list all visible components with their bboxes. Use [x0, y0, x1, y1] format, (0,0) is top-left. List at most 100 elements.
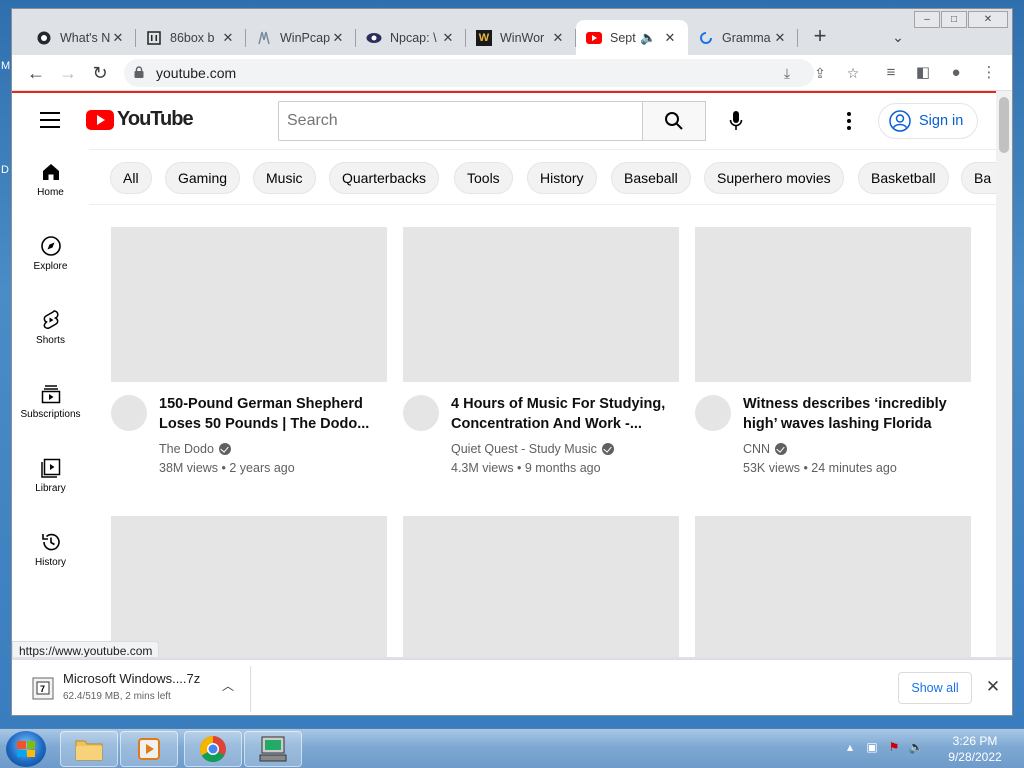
profile-icon[interactable]: ● [945, 63, 967, 83]
channel-avatar[interactable] [695, 395, 731, 431]
taskbar-clock[interactable]: 3:26 PM 9/28/2022 [940, 733, 1010, 765]
channel-avatar[interactable] [403, 395, 439, 431]
youtube-logo[interactable]: YouTube [86, 108, 194, 131]
reading-list-icon[interactable]: ≡ [880, 63, 902, 83]
video-card[interactable] [111, 516, 387, 657]
chip-music[interactable]: Music [253, 162, 316, 194]
tab-close-icon[interactable]: ✕ [550, 30, 566, 46]
guide-item-library[interactable]: Library [12, 445, 89, 517]
video-title[interactable]: 150-Pound German Shepherd Loses 50 Pound… [159, 394, 381, 434]
scrollbar-thumb[interactable] [999, 97, 1009, 153]
reload-button[interactable]: ↻ [86, 59, 114, 87]
guide-label: Home [37, 187, 64, 198]
tab-close-icon[interactable]: ✕ [772, 30, 788, 46]
show-all-button[interactable]: Show all [898, 672, 972, 704]
back-button[interactable]: ← [22, 59, 50, 87]
search-input[interactable] [279, 102, 642, 140]
video-card[interactable]: Witness describes ‘incredibly high’ wave… [695, 227, 971, 492]
video-thumbnail[interactable] [111, 516, 387, 657]
tab-close-icon[interactable]: ✕ [110, 30, 126, 46]
browser-menu-icon[interactable]: ⋮ [978, 63, 1000, 83]
desktop-icon-peek[interactable]: M [1, 60, 10, 72]
download-filename[interactable]: Microsoft Windows....7z [63, 671, 200, 686]
guide-item-explore[interactable]: Explore [12, 223, 89, 295]
settings-kebab-icon[interactable] [837, 107, 861, 135]
video-title[interactable]: 4 Hours of Music For Studying, Concentra… [451, 394, 673, 434]
video-thumbnail[interactable] [403, 516, 679, 657]
tab-youtube-active[interactable]: Sept 🔈 ✕ [576, 20, 688, 55]
video-card[interactable]: 150-Pound German Shepherd Loses 50 Pound… [111, 227, 387, 492]
address-bar[interactable]: youtube.com ⤓ ⇪ ☆ [124, 59, 859, 87]
tab-close-icon[interactable]: ✕ [330, 30, 346, 46]
channel-name-text[interactable]: Quiet Quest - Study Music [451, 442, 597, 456]
video-card[interactable] [695, 516, 971, 657]
channel-name[interactable]: CNN [743, 442, 788, 456]
chip-history[interactable]: History [527, 162, 597, 194]
search-field[interactable] [278, 101, 642, 141]
close-shelf-icon[interactable]: ✕ [982, 676, 1004, 698]
taskbar-chrome[interactable] [184, 731, 242, 767]
guide-item-shorts[interactable]: Shorts [12, 297, 89, 369]
video-thumbnail[interactable] [403, 227, 679, 382]
install-app-icon[interactable]: ⤓ [776, 63, 798, 83]
tab-86box[interactable]: 86box b ✕ [136, 20, 246, 55]
tab-close-icon[interactable]: ✕ [662, 30, 678, 46]
video-card[interactable]: 4 Hours of Music For Studying, Concentra… [403, 227, 679, 492]
chevron-up-icon[interactable]: ︿ [219, 677, 237, 695]
chip-gaming[interactable]: Gaming [165, 162, 241, 194]
chip-overflow[interactable]: Ba [961, 162, 997, 194]
guide-item-home[interactable]: Home [12, 149, 89, 221]
video-card[interactable] [403, 516, 679, 657]
chip-quarterbacks[interactable]: Quarterbacks [329, 162, 440, 194]
action-center-icon[interactable]: ⚑ [886, 739, 902, 755]
channel-name[interactable]: Quiet Quest - Study Music [451, 442, 614, 456]
tab-close-icon[interactable]: ✕ [440, 30, 456, 46]
account-circle-icon [889, 110, 911, 132]
guide-item-history[interactable]: History [12, 519, 89, 591]
taskbar-explorer[interactable] [60, 731, 118, 767]
chip-baseball[interactable]: Baseball [611, 162, 691, 194]
chip-superhero-movies[interactable]: Superhero movies [704, 162, 844, 194]
channel-name[interactable]: The Dodo [159, 442, 231, 456]
side-panel-icon[interactable]: ◧ [912, 63, 934, 83]
menu-hamburger-icon[interactable] [40, 112, 60, 133]
chip-basketball[interactable]: Basketball [858, 162, 949, 194]
network-icon[interactable]: ▣ [864, 739, 880, 755]
chip-tools[interactable]: Tools [454, 162, 513, 194]
video-thumbnail[interactable] [695, 227, 971, 382]
channel-name-text[interactable]: CNN [743, 442, 770, 456]
maximize-button[interactable]: □ [941, 11, 967, 28]
taskbar-media-player[interactable] [120, 731, 178, 767]
tab-winworld[interactable]: W WinWor ✕ [466, 20, 576, 55]
page-scrollbar[interactable] [996, 91, 1012, 657]
tab-close-icon[interactable]: ✕ [220, 30, 236, 46]
new-tab-button[interactable]: + [806, 23, 834, 51]
channel-avatar[interactable] [111, 395, 147, 431]
video-thumbnail[interactable] [695, 516, 971, 657]
video-thumbnail[interactable] [111, 227, 387, 382]
taskbar-86box[interactable] [244, 731, 302, 767]
start-button[interactable] [6, 731, 46, 767]
desktop-icon-peek[interactable]: D [1, 164, 9, 176]
volume-icon[interactable]: 🔈 [908, 739, 924, 755]
forward-button[interactable]: → [54, 59, 82, 87]
tab-npcap[interactable]: Npcap: \ ✕ [356, 20, 466, 55]
speaker-icon[interactable]: 🔈 [640, 30, 656, 46]
sign-in-button[interactable]: Sign in [878, 103, 978, 139]
tab-winpcap[interactable]: WinPcap ✕ [246, 20, 356, 55]
channel-name-text[interactable]: The Dodo [159, 442, 214, 456]
guide-item-subscriptions[interactable]: Subscriptions [12, 371, 89, 443]
video-title[interactable]: Witness describes ‘incredibly high’ wave… [743, 394, 965, 434]
minimize-button[interactable]: – [914, 11, 940, 28]
tab-grammarly[interactable]: Gramma ✕ [688, 20, 798, 55]
close-window-button[interactable]: ✕ [968, 11, 1008, 28]
bookmark-star-icon[interactable]: ☆ [842, 63, 864, 83]
video-stats: 4.3M views • 9 months ago [451, 461, 601, 475]
share-icon[interactable]: ⇪ [809, 63, 831, 83]
chip-all[interactable]: All [110, 162, 152, 194]
tab-search-chevron-icon[interactable]: ⌄ [884, 23, 912, 51]
voice-search-button[interactable] [722, 107, 750, 135]
tab-whats-new[interactable]: What's N ✕ [26, 20, 136, 55]
search-button[interactable] [642, 101, 706, 141]
show-hidden-icons[interactable]: ▴ [842, 739, 858, 755]
